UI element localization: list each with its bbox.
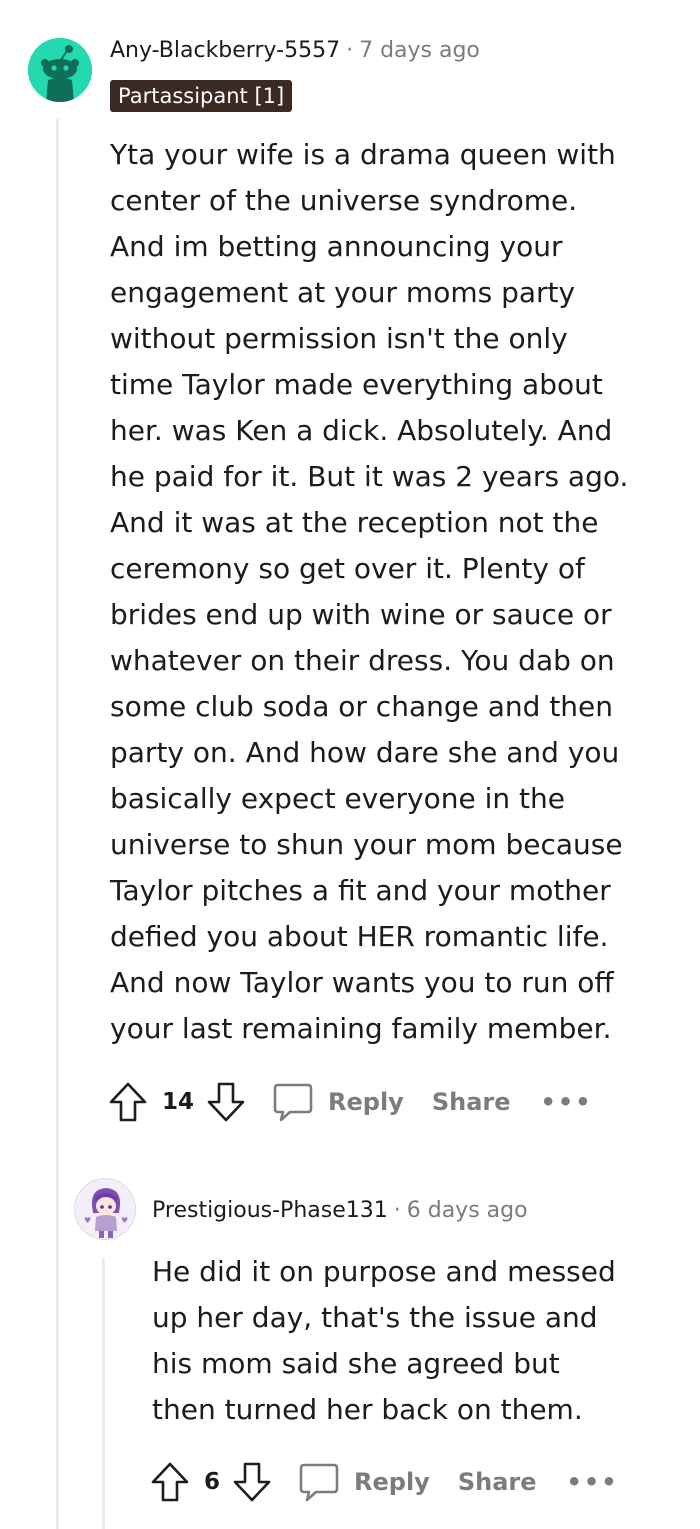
comment-bubble-icon [273, 1083, 313, 1122]
downvote-arrow-icon [207, 1082, 245, 1122]
upvote-button[interactable] [106, 1080, 150, 1124]
reply-label: Reply [354, 1468, 430, 1496]
comment-actions: 6 Reply Share ••• [148, 1460, 619, 1504]
reply-label: Reply [328, 1088, 404, 1116]
timestamp[interactable]: 7 days ago [359, 38, 480, 63]
comment-body: He did it on purpose and messed up her d… [152, 1255, 616, 1426]
reply-button[interactable]: Reply [298, 1461, 430, 1503]
author-link[interactable]: Any-Blackberry-5557 [110, 38, 340, 63]
user-flair: Partassipant [1] [110, 80, 293, 112]
upvote-arrow-icon [151, 1462, 189, 1502]
comment-actions: 14 Reply Share ••• [106, 1080, 593, 1124]
more-options-button[interactable]: ••• [541, 1080, 593, 1124]
downvote-button[interactable] [204, 1080, 248, 1124]
reddit-snoo-icon [28, 38, 92, 102]
share-button[interactable]: Share [432, 1088, 511, 1116]
meta-separator: · [346, 38, 354, 63]
upvote-arrow-icon [109, 1082, 147, 1122]
timestamp[interactable]: 6 days ago [407, 1198, 528, 1223]
comment-meta: Any-Blackberry-5557 · 7 days ago [110, 36, 480, 66]
comment-meta: Prestigious-Phase131 · 6 days ago [152, 1196, 528, 1226]
thread-line-1[interactable] [56, 118, 59, 1529]
vote-count: 6 [204, 1469, 221, 1495]
svg-text:♥: ♥ [84, 1216, 91, 1225]
thread-line-2[interactable] [102, 1258, 105, 1529]
more-options-button[interactable]: ••• [567, 1460, 619, 1504]
comment-body: Yta your wife is a drama queen with cent… [110, 138, 629, 1045]
downvote-button[interactable] [230, 1460, 274, 1504]
share-button[interactable]: Share [458, 1468, 537, 1496]
author-link[interactable]: Prestigious-Phase131 [152, 1198, 388, 1223]
svg-text:♥: ♥ [121, 1216, 128, 1225]
comment-bubble-icon [299, 1463, 339, 1502]
meta-separator: · [393, 1198, 401, 1223]
vote-count: 14 [162, 1089, 195, 1115]
upvote-button[interactable] [148, 1460, 192, 1504]
downvote-arrow-icon [233, 1462, 271, 1502]
avatar[interactable]: ♥ ♥ [74, 1178, 136, 1240]
reply-button[interactable]: Reply [272, 1081, 404, 1123]
anime-avatar-icon: ♥ ♥ [75, 1179, 135, 1239]
avatar[interactable] [28, 38, 92, 102]
